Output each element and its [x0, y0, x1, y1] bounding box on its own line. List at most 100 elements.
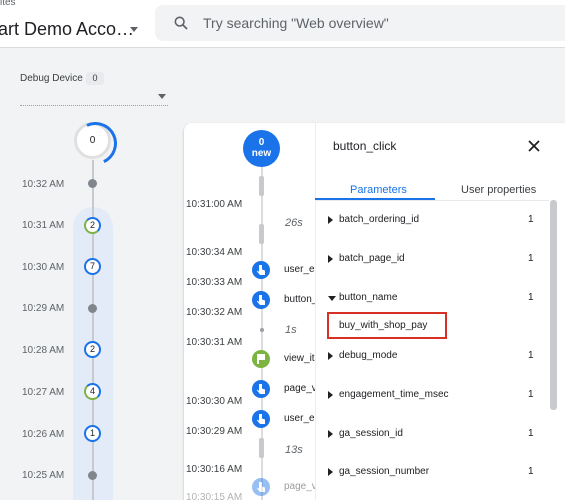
- event-name[interactable]: button_: [284, 294, 316, 305]
- expand-arrow-icon[interactable]: [328, 352, 333, 360]
- event-timestamp: 10:31:00 AM: [186, 199, 243, 210]
- touch-icon: [257, 482, 265, 492]
- minute-time: 10:31 AM: [22, 220, 65, 231]
- search-icon: [174, 16, 188, 30]
- event-icon[interactable]: [252, 291, 270, 309]
- minute-dot[interactable]: [88, 304, 97, 313]
- param-name: ga_session_id: [339, 428, 403, 439]
- minute-time: 10:27 AM: [22, 387, 65, 398]
- param-count: 1: [528, 428, 534, 439]
- touch-icon: [257, 295, 265, 305]
- event-timestamp: 10:30:33 AM: [186, 277, 243, 288]
- chevron-down-icon[interactable]: [130, 27, 138, 32]
- event-name[interactable]: user_en: [284, 413, 316, 424]
- event-icon[interactable]: [252, 350, 270, 368]
- event-name[interactable]: page_v: [284, 383, 316, 394]
- event-timestamp: 10:30:34 AM: [186, 247, 243, 258]
- param-count: 1: [528, 350, 534, 361]
- chevron-down-icon[interactable]: [158, 94, 166, 99]
- time-gap-label: 1s: [285, 324, 297, 336]
- minute-count[interactable]: 2: [84, 217, 101, 234]
- event-name[interactable]: page_v: [284, 481, 316, 492]
- scrollbar[interactable]: [550, 200, 557, 410]
- param-count: 1: [528, 253, 534, 264]
- debug-device-select[interactable]: [20, 105, 168, 106]
- param-name: debug_mode: [339, 350, 398, 361]
- event-timestamp: 10:30:32 AM: [186, 307, 243, 318]
- event-name[interactable]: user_en: [284, 264, 316, 275]
- param-row[interactable]: debug_mode 1: [328, 350, 538, 366]
- minute-time: 10:28 AM: [22, 345, 65, 356]
- minute-time: 10:25 AM: [22, 470, 65, 481]
- touch-icon: [257, 414, 265, 424]
- touch-icon: [257, 384, 265, 394]
- account-selector[interactable]: art Demo Acco…: [0, 19, 134, 40]
- param-row[interactable]: engagement_time_msec 1: [328, 389, 538, 405]
- param-name: ga_session_number: [339, 466, 430, 477]
- param-name: batch_ordering_id: [339, 214, 420, 225]
- timeline-tick: [260, 328, 264, 332]
- minute-count[interactable]: 1: [84, 425, 101, 442]
- new-count: 0: [258, 137, 265, 148]
- event-timestamp: 10:30:29 AM: [186, 426, 243, 437]
- minute-time: 10:32 AM: [22, 179, 65, 190]
- breadcrumb[interactable]: ites: [0, 0, 16, 8]
- tab-divider: [315, 200, 549, 201]
- param-name: engagement_time_msec: [339, 389, 449, 400]
- time-gap-bar: [259, 438, 264, 458]
- expand-arrow-icon[interactable]: [328, 391, 333, 399]
- tab-parameters[interactable]: Parameters: [350, 184, 407, 196]
- param-count: 1: [528, 292, 534, 303]
- debug-device-count: 0: [86, 72, 104, 85]
- tab-user-properties[interactable]: User properties: [461, 184, 536, 196]
- expand-arrow-icon[interactable]: [328, 430, 333, 438]
- tab-indicator: [315, 198, 435, 200]
- minute-count[interactable]: 2: [84, 341, 101, 358]
- search-input[interactable]: Try searching "Web overview": [203, 15, 389, 31]
- minute-count[interactable]: 7: [84, 258, 101, 275]
- time-gap-bar: [259, 176, 264, 196]
- param-name: batch_page_id: [339, 253, 405, 264]
- minute-time: 10:29 AM: [22, 303, 65, 314]
- param-row[interactable]: batch_ordering_id 1: [328, 214, 538, 230]
- param-row[interactable]: button_name 1: [328, 292, 538, 308]
- touch-icon: [257, 265, 265, 275]
- event-name[interactable]: view_ite: [284, 353, 316, 364]
- collapse-arrow-icon[interactable]: [328, 296, 336, 301]
- event-timestamp: 10:30:30 AM: [186, 396, 243, 407]
- minute-count[interactable]: 4: [84, 383, 101, 400]
- param-count: 1: [528, 214, 534, 225]
- top-count-circle[interactable]: 0: [74, 122, 111, 159]
- event-icon[interactable]: [252, 380, 270, 398]
- expand-arrow-icon[interactable]: [328, 216, 333, 224]
- time-gap-label: 13s: [285, 444, 303, 456]
- event-timestamp: 10:30:16 AM: [186, 464, 243, 475]
- param-count: 1: [528, 466, 534, 477]
- minute-time: 10:30 AM: [22, 262, 65, 273]
- param-row[interactable]: batch_page_id 1: [328, 253, 538, 269]
- param-name: button_name: [339, 292, 398, 303]
- top-bar: ites art Demo Acco… Try searching "Web o…: [0, 0, 565, 48]
- param-row[interactable]: ga_session_id 1: [328, 428, 538, 444]
- event-icon[interactable]: [252, 478, 270, 496]
- new-label: new: [251, 148, 272, 159]
- search-bar[interactable]: Try searching "Web overview": [155, 5, 565, 41]
- expand-arrow-icon[interactable]: [328, 255, 333, 263]
- param-value: buy_with_shop_pay: [339, 320, 428, 331]
- expand-arrow-icon[interactable]: [328, 468, 333, 476]
- param-count: 1: [528, 389, 534, 400]
- close-icon[interactable]: [525, 137, 543, 155]
- event-icon[interactable]: [252, 410, 270, 428]
- new-events-badge[interactable]: 0 new: [243, 130, 280, 167]
- flag-icon: [257, 354, 265, 364]
- debug-device-label: Debug Device: [20, 73, 83, 84]
- minutes-timeline: [92, 160, 94, 500]
- minute-time: 10:26 AM: [22, 429, 65, 440]
- param-row[interactable]: ga_session_number 1: [328, 466, 538, 482]
- event-icon[interactable]: [252, 261, 270, 279]
- minute-dot[interactable]: [88, 179, 97, 188]
- event-timestamp: 10:30:31 AM: [186, 337, 243, 348]
- panel-title: button_click: [333, 139, 397, 153]
- minute-dot[interactable]: [88, 471, 97, 480]
- event-timestamp: 10:30:15 AM: [186, 492, 243, 500]
